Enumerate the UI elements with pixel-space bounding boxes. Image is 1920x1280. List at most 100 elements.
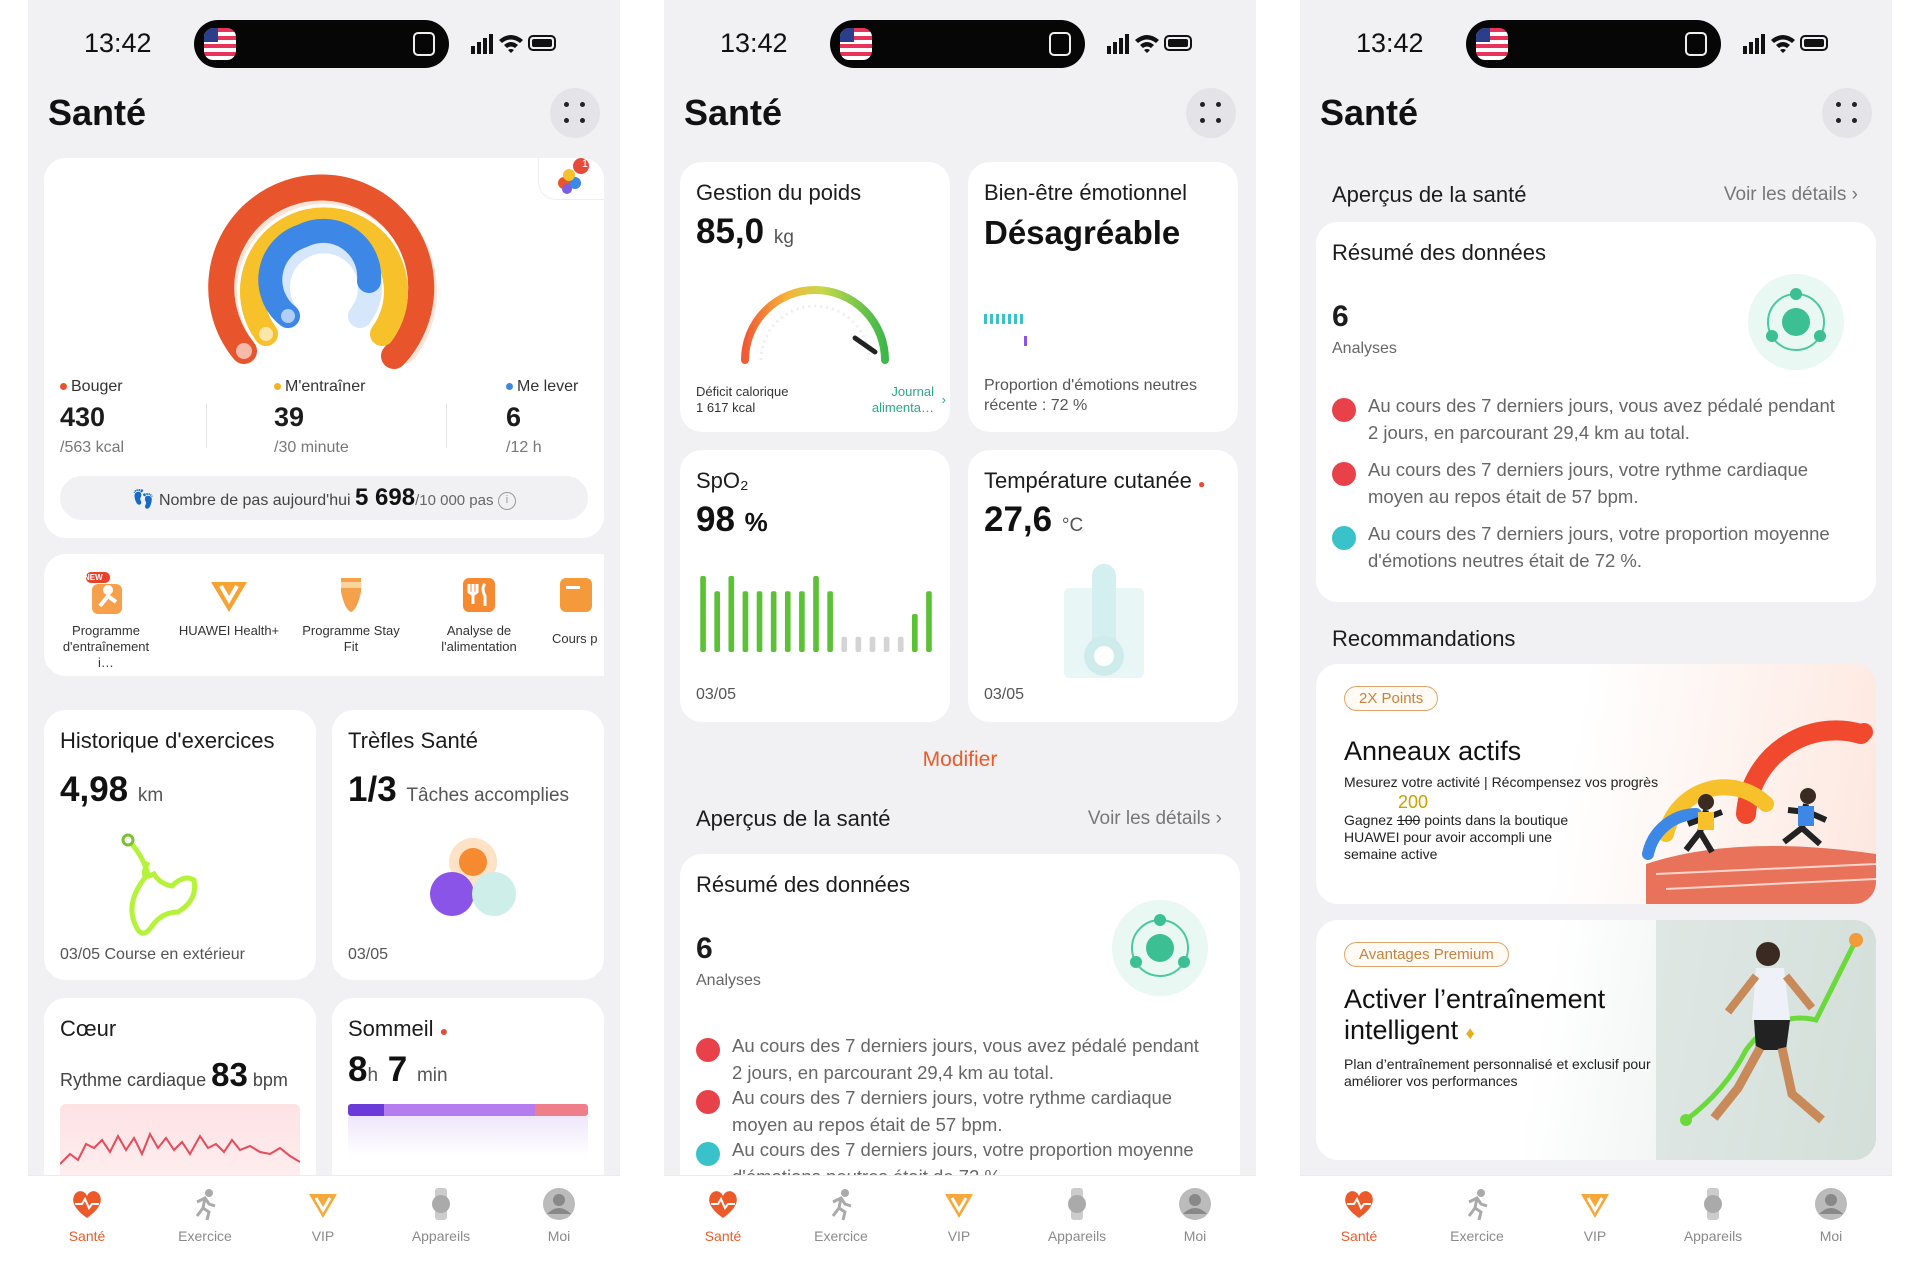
exercise-target: /30 minute (274, 439, 349, 456)
activity-rings-card[interactable]: 1 Bouger 430 /563 kcal M'entraîner 39 /3… (44, 158, 604, 538)
promo-pill: 2X Points (1344, 686, 1439, 711)
move-label: Bouger (71, 378, 123, 395)
lock-icon (1685, 32, 1707, 56)
journal-label: Journal alimenta… (871, 384, 934, 415)
section-title: Aperçus de la santé (696, 806, 891, 831)
exercise-date: 03/05 Course en extérieur (60, 946, 245, 963)
card-title: Historique d'exercices (60, 728, 275, 753)
more-menu-button[interactable] (550, 88, 600, 138)
sleep-h-unit: h (367, 1065, 379, 1086)
tab-exercice[interactable]: Exercice (782, 1186, 900, 1266)
emotion-card[interactable]: Bien-être émotionnel Désagréable Proport… (968, 162, 1238, 432)
spo2-bar (897, 636, 904, 652)
heart-card[interactable]: Cœur Rythme cardiaque 83 bpm (44, 998, 316, 1188)
info-icon[interactable]: i (497, 491, 516, 510)
move-value: 430 (60, 402, 106, 432)
spo2-bar (841, 636, 848, 652)
distance-value: 4,98 (60, 770, 129, 809)
page-title: Santé (684, 92, 783, 133)
card-title: SpO₂ (696, 468, 749, 493)
tab-vip[interactable]: VIP (1536, 1186, 1654, 1266)
more-menu-button[interactable] (1186, 88, 1236, 138)
spo2-bar (813, 576, 819, 652)
modify-button[interactable]: Modifier (664, 748, 1256, 772)
dynamic-island (1466, 20, 1721, 68)
tab-label: Exercice (1450, 1228, 1504, 1244)
steps-bar[interactable]: 👣 Nombre de pas aujourd'hui 5 698/10 000… (60, 476, 588, 520)
health-clovers-card[interactable]: Trèfles Santé 1/3 Tâches accomplies 03/0… (332, 710, 604, 980)
spo2-bar (855, 636, 862, 652)
shortcut-health-plus[interactable]: HUAWEI Health+ (174, 572, 284, 639)
sleep-hours: 8 (348, 1050, 368, 1089)
deficit-value: 1 617 kcal (696, 400, 756, 415)
steps-label: Nombre de pas aujourd'hui (158, 492, 351, 509)
shortcut-label: Analyse de l'alimentation (441, 623, 517, 654)
data-summary-card[interactable]: Résumé des données 6 Analyses Au cours d… (1316, 222, 1876, 602)
promo-title: Anneaux actifs (1344, 736, 1522, 766)
skin-temperature-card[interactable]: Température cutanée ● 27,6 °C 03/05 (968, 450, 1238, 722)
tab-exercice[interactable]: Exercice (146, 1186, 264, 1266)
spo2-bar (742, 591, 749, 652)
card-title: Trèfles Santé (348, 728, 479, 753)
tab-sante[interactable]: Santé (664, 1186, 782, 1266)
promo-pill: Avantages Premium (1344, 942, 1509, 967)
active-rings-promo-card[interactable]: 2X Points Anneaux actifs Mesurez votre a… (1316, 664, 1876, 904)
tab-sante[interactable]: Santé (28, 1186, 146, 1266)
distance-unit: km (137, 785, 164, 806)
sleep-card[interactable]: Sommeil ● 8h 7 min (332, 998, 604, 1188)
phone-screen-home: 13:42 Santé 1 Bouger 430 /563 kcal M'ent… (28, 0, 620, 1280)
view-details-link[interactable]: Voir les détails › (1724, 184, 1858, 206)
tab-moi[interactable]: Moi (1136, 1186, 1254, 1266)
route-map (121, 833, 198, 936)
card-title: Résumé des données (1332, 240, 1547, 265)
tab-label: Moi (1183, 1228, 1207, 1244)
tab-sante[interactable]: Santé (1300, 1186, 1418, 1266)
shortcut-food-analysis[interactable]: Analyse de l'alimentation (424, 572, 534, 655)
tab-label: Exercice (178, 1228, 232, 1244)
running-icon (195, 1189, 216, 1221)
shortcut-courses[interactable]: Cours p (552, 572, 604, 647)
tab-appareils[interactable]: Appareils (382, 1186, 500, 1266)
lock-icon (413, 32, 435, 56)
phone-screen-insights: 13:42 Santé Aperçus de la santé Voir les… (1300, 0, 1892, 1280)
apps-shortcut-button[interactable]: 1 (538, 158, 604, 200)
notification-dot: ● (439, 1023, 449, 1039)
exercise-history-card[interactable]: Historique d'exercices 4,98 km 03/05 Cou… (44, 710, 316, 980)
temp-value: 27,6 (984, 500, 1053, 539)
tab-exercice[interactable]: Exercice (1418, 1186, 1536, 1266)
page-title: Santé (48, 92, 147, 133)
tab-appareils[interactable]: Appareils (1654, 1186, 1772, 1266)
lock-icon (1049, 32, 1071, 56)
tab-moi[interactable]: Moi (500, 1186, 618, 1266)
shortcut-label: HUAWEI Health+ (178, 623, 280, 638)
vip-icon: ♦ (1465, 1023, 1475, 1043)
tab-vip[interactable]: VIP (900, 1186, 1018, 1266)
data-summary-card[interactable]: Résumé des données 6 Analyses Au cours d… (680, 854, 1240, 1188)
spo2-card[interactable]: SpO₂ 98 % 03/05 (680, 450, 950, 722)
tab-vip[interactable]: VIP (264, 1186, 382, 1266)
clovers-icon (430, 838, 516, 916)
steps-target: /10 000 pas (415, 492, 494, 509)
shortcut-stay-fit[interactable]: Programme Stay Fit (296, 572, 406, 655)
more-menu-button[interactable] (1822, 88, 1872, 138)
weight-card[interactable]: Gestion du poids 85,0 kg Déficit caloriq… (680, 162, 950, 432)
exercise-label: M'entraîner (285, 378, 366, 395)
tab-moi[interactable]: Moi (1772, 1186, 1890, 1266)
smart-training-promo-card[interactable]: Avantages Premium Activer l’entraînement… (1316, 920, 1876, 1160)
status-icons (1743, 34, 1828, 54)
chevron-right-icon: › (1215, 808, 1222, 829)
spo2-bar (926, 591, 932, 652)
heart-pulse-icon (73, 1191, 101, 1218)
tab-label: Santé (704, 1228, 742, 1244)
tab-appareils[interactable]: Appareils (1018, 1186, 1136, 1266)
emotion-bars (984, 314, 1027, 346)
tab-label: VIP (1583, 1228, 1607, 1244)
shortcut-training-plan[interactable]: NEW Programme d'entraînement i… (58, 572, 154, 671)
courses-icon (560, 578, 592, 612)
tab-label: Exercice (814, 1228, 868, 1244)
view-details-link[interactable]: Voir les détails › (1088, 808, 1222, 830)
food-journal-link[interactable]: Journal alimenta… › (854, 384, 946, 416)
analyses-label: Analyses (1332, 340, 1397, 357)
emotion-icon (696, 1142, 720, 1166)
emotion-caption: Proportion d'émotions neutres récente : … (984, 377, 1197, 414)
